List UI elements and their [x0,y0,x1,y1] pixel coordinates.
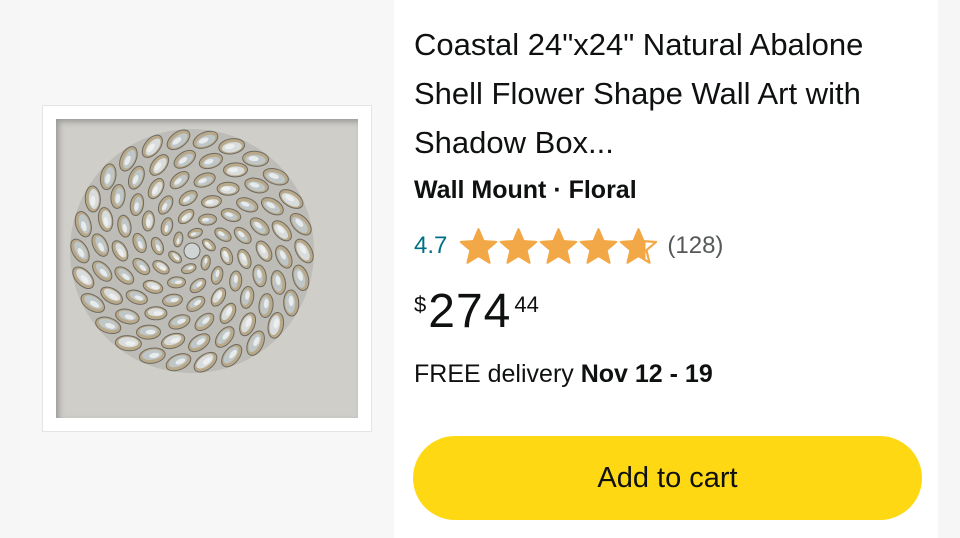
add-to-cart-button[interactable]: Add to cart [413,436,922,520]
product-image[interactable] [42,105,372,432]
delivery-prefix: FREE delivery [414,360,581,388]
star-full-icon [540,228,578,264]
right-edge [938,0,960,538]
abalone-flower-icon [70,129,314,373]
rating-value: 4.7 [414,232,448,259]
shadow-box-backing [56,119,358,418]
price-symbol: $ [414,292,427,317]
price-fraction: 44 [514,292,539,317]
delivery-info: FREE delivery Nov 12 - 19 [414,360,713,389]
product-variant: Wall Mount · Floral [414,176,637,204]
product-title[interactable]: Coastal 24"x24" Natural Abalone Shell Fl… [414,20,874,167]
star-full-icon [460,228,498,264]
left-edge [0,0,20,538]
star-full-icon [500,228,538,264]
star-full-icon [580,228,618,264]
price: $ 274 44 [414,286,539,338]
star-half-icon [620,228,658,264]
review-count[interactable]: (128) [667,232,723,260]
rating-row[interactable]: 4.7 (128) [414,226,723,266]
delivery-dates: Nov 12 - 19 [580,360,713,388]
price-whole: 274 [428,285,512,338]
star-rating [459,227,659,265]
